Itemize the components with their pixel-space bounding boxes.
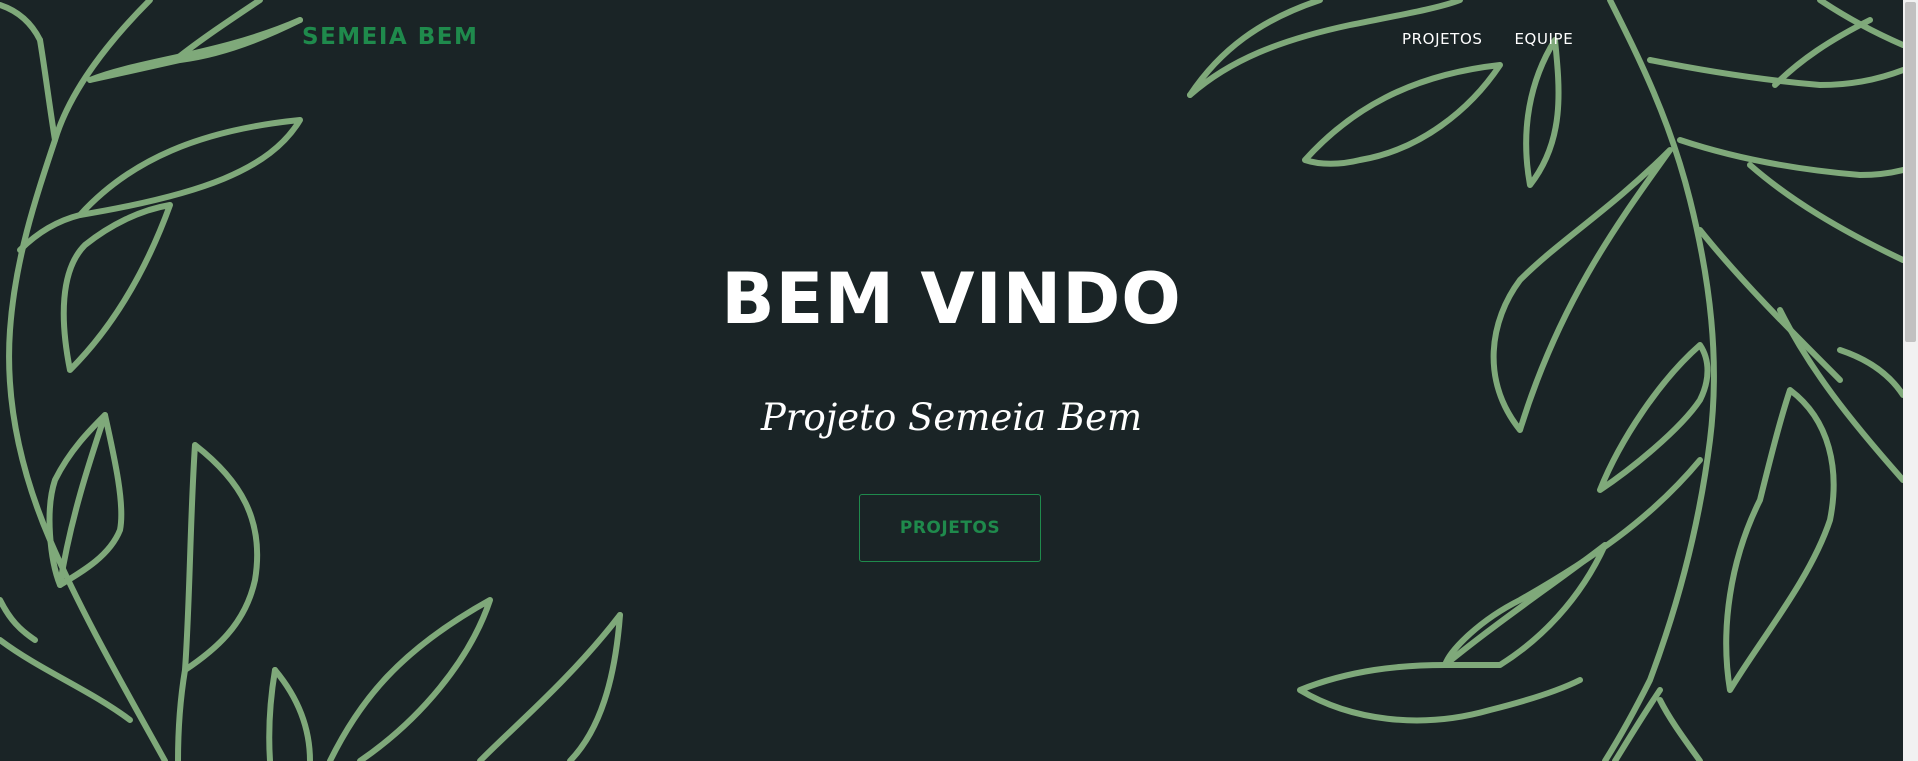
left-foliage [0, 0, 623, 761]
main-nav: PROJETOS EQUIPE [1402, 30, 1573, 48]
scrollbar-thumb[interactable] [1905, 2, 1916, 342]
projetos-button[interactable]: PROJETOS [859, 494, 1041, 562]
page-scrollbar[interactable] [1903, 0, 1918, 761]
brand-logo-link[interactable]: SEMEIA BEM [302, 24, 478, 50]
leaf-pattern-background [0, 0, 1903, 761]
landing-page: SEMEIA BEM PROJETOS EQUIPE BEM VINDO Pro… [0, 0, 1918, 761]
nav-link-projetos[interactable]: PROJETOS [1402, 30, 1482, 48]
hero-title: BEM VINDO [721, 258, 1182, 340]
hero-subtitle: Projeto Semeia Bem [760, 396, 1143, 439]
nav-link-equipe[interactable]: EQUIPE [1514, 30, 1573, 48]
right-foliage [1187, 0, 1903, 761]
